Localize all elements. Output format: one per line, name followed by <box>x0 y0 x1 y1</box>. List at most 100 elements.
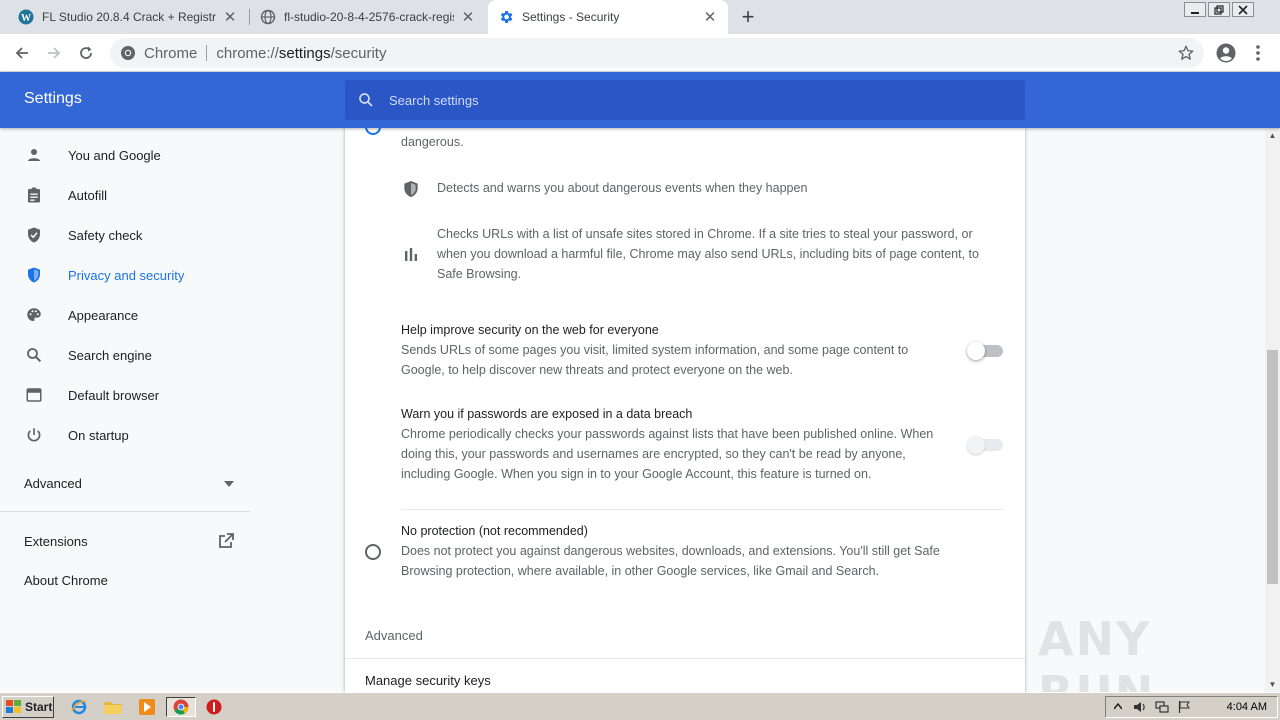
section-divider <box>345 658 1025 659</box>
help-improve-title: Help improve security on the web for eve… <box>401 323 659 337</box>
sidebar-item-extensions[interactable]: Extensions <box>24 533 234 549</box>
sidebar-item-label: Appearance <box>68 307 139 323</box>
reload-icon <box>80 46 92 59</box>
back-button[interactable] <box>8 39 36 67</box>
detail-dangerous-events: Detects and warns you about dangerous ev… <box>437 181 808 195</box>
address-bar[interactable]: Chrome chrome:// settings /security <box>110 38 1204 68</box>
settings-search-input[interactable]: Search settings <box>345 80 1025 120</box>
chevron-down-icon <box>224 480 234 487</box>
password-breach-toggle[interactable] <box>967 436 1003 454</box>
network-icon[interactable] <box>1152 699 1172 715</box>
sidebar-item-search-engine[interactable]: Search engine <box>0 335 256 375</box>
tab-fl-studio-crack[interactable]: fl-studio-20-8-4-2576-crack-registrat ✕ <box>250 0 486 34</box>
address-divider <box>206 45 208 61</box>
restore-button[interactable] <box>1208 2 1230 17</box>
sidebar-item-label: On startup <box>68 427 129 443</box>
minimize-button[interactable] <box>1184 2 1206 17</box>
scroll-up-icon[interactable]: ▲ <box>1265 128 1280 143</box>
system-tray: 4:04 AM <box>1105 696 1278 718</box>
close-window-button[interactable] <box>1232 2 1254 17</box>
partial-description: dangerous. <box>401 135 464 149</box>
bookmark-button[interactable] <box>1172 39 1200 67</box>
password-breach-title: Warn you if passwords are exposed in a d… <box>401 407 693 421</box>
sidebar-item-safety-check[interactable]: Safety check <box>0 215 256 255</box>
sidebar-item-on-startup[interactable]: On startup <box>0 415 256 455</box>
new-tab-button[interactable]: + <box>736 4 760 29</box>
tab-fl-studio[interactable]: W FL Studio 20.8.4 Crack + Registratio ✕ <box>8 0 248 34</box>
internet-explorer-icon[interactable] <box>68 697 90 717</box>
close-icon[interactable]: ✕ <box>460 9 476 26</box>
sidebar-item-label: Autofill <box>68 187 108 203</box>
wordpress-icon: W <box>18 9 34 25</box>
tray-expand-icon[interactable] <box>1108 699 1128 715</box>
menu-button[interactable] <box>1244 39 1272 67</box>
no-protection-radio[interactable] <box>365 544 381 560</box>
close-icon[interactable]: ✕ <box>702 9 718 26</box>
sidebar-item-you-and-google[interactable]: You and Google <box>0 135 256 175</box>
star-icon <box>1178 45 1194 60</box>
chrome-icon <box>121 46 135 60</box>
sidebar-item-appearance[interactable]: Appearance <box>0 295 256 335</box>
windows-taskbar: Start 4:04 AM <box>0 692 1280 720</box>
globe-icon <box>260 9 276 25</box>
tab-title: fl-studio-20-8-4-2576-crack-registrat <box>284 10 454 24</box>
sidebar-item-default-browser[interactable]: Default browser <box>0 375 256 415</box>
no-protection-title: No protection (not recommended) <box>401 524 588 538</box>
scrollbar-thumb[interactable] <box>1267 350 1278 584</box>
tab-strip: W FL Studio 20.8.4 Crack + Registratio ✕… <box>0 0 1280 34</box>
tab-title: FL Studio 20.8.4 Crack + Registratio <box>42 10 216 24</box>
tab-settings-security[interactable]: Settings - Security ✕ <box>488 0 728 34</box>
browser-toolbar: Chrome chrome:// settings /security <box>0 34 1280 72</box>
reload-button[interactable] <box>72 39 100 67</box>
close-icon <box>1238 4 1248 15</box>
url-host: settings <box>278 44 331 62</box>
tab-title: Settings - Security <box>522 10 620 24</box>
sidebar-item-privacy-and-security[interactable]: Privacy and security <box>0 255 256 295</box>
chrome-taskbar-icon[interactable] <box>166 697 196 717</box>
url-path: /security <box>330 44 387 62</box>
palette-icon <box>24 305 44 325</box>
sidebar-item-about-chrome[interactable]: About Chrome <box>24 573 108 588</box>
bar-chart-icon <box>401 244 421 264</box>
power-icon <box>24 425 44 445</box>
clipboard-icon <box>24 185 44 205</box>
minimize-icon <box>1191 11 1199 14</box>
sidebar-item-label: Default browser <box>68 387 160 403</box>
stop-icon[interactable] <box>203 697 225 717</box>
shield-icon <box>24 265 44 285</box>
help-improve-toggle[interactable] <box>967 342 1003 360</box>
forward-arrow-icon <box>48 47 61 59</box>
sidebar-item-label: You and Google <box>68 147 161 163</box>
forward-button[interactable] <box>40 39 68 67</box>
sidebar-extensions-label: Extensions <box>24 533 88 549</box>
toggle-knob <box>967 436 985 454</box>
volume-icon[interactable] <box>1130 699 1150 715</box>
standard-protection-radio[interactable] <box>365 128 381 135</box>
windows-logo-icon <box>6 700 21 713</box>
security-settings-card: dangerous. Detects and warns you about d… <box>345 128 1025 692</box>
close-icon[interactable]: ✕ <box>222 9 238 26</box>
sidebar-advanced-toggle[interactable]: Advanced <box>24 476 234 491</box>
back-arrow-icon <box>15 47 28 59</box>
flag-icon[interactable] <box>1174 699 1194 715</box>
settings-header: Settings Search settings <box>0 72 1280 128</box>
taskbar-clock: 4:04 AM <box>1226 701 1267 713</box>
folder-icon[interactable] <box>102 697 124 717</box>
sidebar-item-autofill[interactable]: Autofill <box>0 175 256 215</box>
sidebar-item-label: Search engine <box>68 347 152 363</box>
detail-unsafe-urls: Checks URLs with a list of unsafe sites … <box>437 227 979 281</box>
sidebar-divider <box>0 511 250 512</box>
advanced-heading: Advanced <box>365 628 423 643</box>
search-placeholder: Search settings <box>389 92 479 108</box>
page-scrollbar[interactable]: ▲ ▼ <box>1265 128 1280 692</box>
media-player-icon[interactable] <box>136 697 158 717</box>
start-button[interactable]: Start <box>2 696 54 718</box>
sidebar-item-label: Privacy and security <box>68 267 185 283</box>
profile-button[interactable] <box>1212 39 1240 67</box>
no-protection-description: Does not protect you against dangerous w… <box>401 544 940 578</box>
svg-text:W: W <box>21 13 31 24</box>
sidebar-item-label: Safety check <box>68 227 143 243</box>
sidebar-advanced-label: Advanced <box>24 476 82 491</box>
manage-security-keys-link[interactable]: Manage security keys <box>365 673 491 688</box>
search-icon <box>359 93 373 107</box>
